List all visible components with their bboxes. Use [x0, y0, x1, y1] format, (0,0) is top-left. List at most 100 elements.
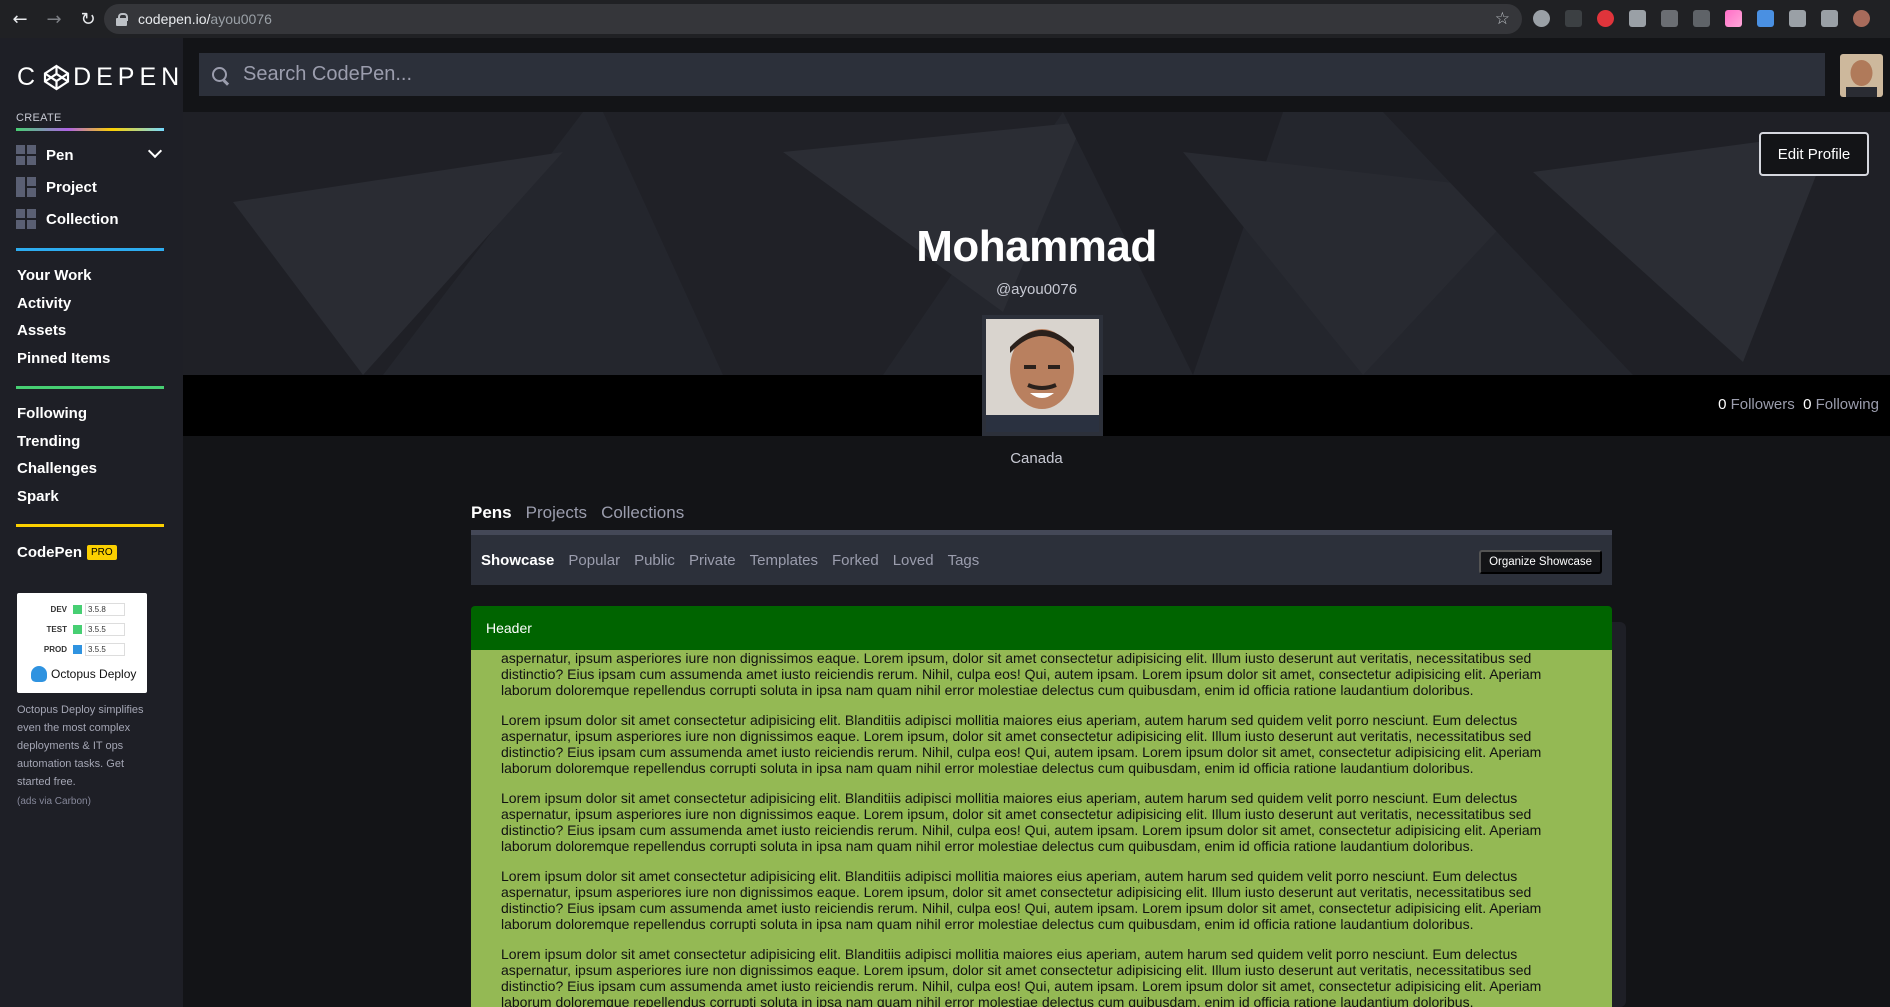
- lorem-paragraph: Lorem ipsum dolor sit amet consectetur a…: [501, 946, 1542, 1007]
- nav-trending[interactable]: Trending: [17, 433, 80, 450]
- puzzle-extension-icon[interactable]: [1789, 10, 1806, 27]
- nav-spark[interactable]: Spark: [17, 488, 59, 505]
- ad-row-value: 3.5.5: [85, 643, 125, 656]
- followers-count: 0: [1718, 396, 1727, 413]
- check-icon: [73, 625, 82, 634]
- user-avatar-image: [1840, 54, 1883, 97]
- following-count: 0: [1803, 396, 1812, 413]
- codepen-logo[interactable]: C DEPEN: [17, 63, 184, 92]
- create-project-button[interactable]: Project: [16, 175, 97, 199]
- red-extension-icon[interactable]: [1597, 10, 1614, 27]
- lorem-paragraph: Lorem ipsum dolor sit amet consectetur a…: [501, 790, 1542, 854]
- subtab-popular[interactable]: Popular: [568, 552, 620, 569]
- green-divider: [16, 386, 164, 389]
- profile-handle: @ayou0076: [995, 281, 1078, 298]
- tab-pens[interactable]: Pens: [471, 503, 512, 523]
- reload-icon[interactable]: ↻: [74, 5, 102, 33]
- preview-content: Lorem ipsum dolor sit amet consectetur a…: [501, 650, 1581, 1007]
- subtab-loved[interactable]: Loved: [893, 552, 934, 569]
- ad-row-label: TEST: [46, 625, 67, 634]
- showcase-card-preview[interactable]: Lorem ipsum dolor sit amet consectetur a…: [471, 650, 1612, 1007]
- tab-collections[interactable]: Collections: [601, 503, 684, 523]
- profile-photo-image: [986, 319, 1099, 432]
- collection-grid-icon: [16, 209, 36, 229]
- codepen-pro-link[interactable]: CodePen PRO: [17, 544, 117, 561]
- browser-toolbar: ← → ↻ codepen.io/ayou0076 ☆: [0, 0, 1890, 38]
- news-extension-icon[interactable]: [1565, 10, 1582, 27]
- lorem-paragraph: Lorem ipsum dolor sit amet consectetur a…: [501, 868, 1542, 932]
- lorem-paragraph: Lorem ipsum dolor sit amet consectetur a…: [501, 712, 1542, 776]
- ad-row-label: PROD: [43, 645, 67, 654]
- ad-row-dev: DEV 3.5.8: [37, 603, 125, 616]
- nav-your-work[interactable]: Your Work: [17, 267, 91, 284]
- create-collection-label: Collection: [46, 210, 119, 228]
- ad-row-prod: PROD 3.5.5: [37, 643, 125, 656]
- subtab-forked[interactable]: Forked: [832, 552, 879, 569]
- subtab-showcase[interactable]: Showcase: [481, 552, 554, 569]
- create-pen-label: Pen: [46, 146, 74, 164]
- lock-icon: [116, 13, 128, 26]
- forward-icon[interactable]: →: [40, 5, 68, 33]
- user-avatar[interactable]: [1840, 54, 1883, 97]
- rainbow-divider: [16, 128, 164, 131]
- profile-name: Mohammad: [916, 222, 1157, 271]
- pink-extension-icon[interactable]: [1725, 10, 1742, 27]
- ad-description[interactable]: Octopus Deploy simplifies even the most …: [17, 701, 157, 791]
- ad-via-link[interactable]: (ads via Carbon): [17, 796, 91, 807]
- bookmark-star-icon[interactable]: ☆: [1495, 9, 1510, 29]
- tab-projects[interactable]: Projects: [526, 503, 587, 523]
- blue-extension-icon[interactable]: [1757, 10, 1774, 27]
- followers-link[interactable]: Followers: [1731, 396, 1795, 413]
- subtab-private[interactable]: Private: [689, 552, 736, 569]
- playlist-extension-icon[interactable]: [1821, 10, 1838, 27]
- back-icon[interactable]: ←: [6, 5, 34, 33]
- create-collection-button[interactable]: Collection: [16, 207, 119, 231]
- project-grid-icon: [16, 177, 36, 197]
- nav-following[interactable]: Following: [17, 405, 87, 422]
- edit-profile-button[interactable]: Edit Profile: [1759, 132, 1869, 176]
- globe-extension-icon[interactable]: [1533, 10, 1550, 27]
- following-link[interactable]: Following: [1816, 396, 1879, 413]
- codepen-cube-icon: [43, 64, 70, 91]
- subtab-public[interactable]: Public: [634, 552, 675, 569]
- nav-assets[interactable]: Assets: [17, 322, 66, 339]
- ad-row-test: TEST 3.5.5: [37, 623, 125, 636]
- address-bar[interactable]: codepen.io/ayou0076 ☆: [104, 4, 1522, 34]
- chevron-down-icon[interactable]: [147, 143, 163, 159]
- lorem-paragraph: Lorem ipsum dolor sit amet consectetur a…: [501, 650, 1542, 698]
- top-bar: Search CodePen...: [183, 38, 1890, 112]
- ad-row-label: DEV: [50, 605, 67, 614]
- pro-label: CodePen: [17, 544, 83, 561]
- function-extension-icon[interactable]: [1693, 10, 1710, 27]
- create-label: CREATE: [16, 112, 62, 124]
- profile-tabs: Pens Projects Collections: [471, 503, 684, 523]
- subtab-templates[interactable]: Templates: [750, 552, 818, 569]
- create-pen-button[interactable]: Pen: [16, 143, 74, 167]
- ad-row-value: 3.5.5: [85, 623, 125, 636]
- search-input[interactable]: Search CodePen...: [199, 53, 1825, 96]
- check-icon: [73, 605, 82, 614]
- pen-grid-icon: [16, 145, 36, 165]
- create-project-label: Project: [46, 178, 97, 196]
- camera-extension-icon[interactable]: [1629, 10, 1646, 27]
- nav-activity[interactable]: Activity: [17, 295, 71, 312]
- organize-showcase-button[interactable]: Organize Showcase: [1479, 550, 1602, 574]
- profile-avatar-icon[interactable]: [1853, 10, 1870, 27]
- pens-subtabs: Showcase Popular Public Private Template…: [471, 535, 1612, 585]
- subtab-tags[interactable]: Tags: [948, 552, 980, 569]
- pro-badge: PRO: [87, 545, 117, 560]
- profile-location: Canada: [1010, 450, 1063, 467]
- search-icon: [212, 66, 228, 83]
- sync-icon: [73, 645, 82, 654]
- gray-extension-icon[interactable]: [1661, 10, 1678, 27]
- yellow-divider: [16, 524, 164, 527]
- showcase-card-header: Header: [471, 606, 1612, 650]
- sidebar: C DEPEN CREATE Pen Project Collection Yo…: [0, 38, 183, 1007]
- octopus-deploy-brand: Octopus Deploy: [31, 666, 136, 682]
- url-text: codepen.io/ayou0076: [138, 11, 272, 27]
- octopus-icon: [31, 666, 47, 682]
- ad-image[interactable]: DEV 3.5.8 TEST 3.5.5 PROD 3.5.5 Octopus …: [17, 593, 147, 693]
- nav-challenges[interactable]: Challenges: [17, 460, 97, 477]
- nav-pinned-items[interactable]: Pinned Items: [17, 350, 110, 367]
- profile-photo[interactable]: [982, 315, 1103, 436]
